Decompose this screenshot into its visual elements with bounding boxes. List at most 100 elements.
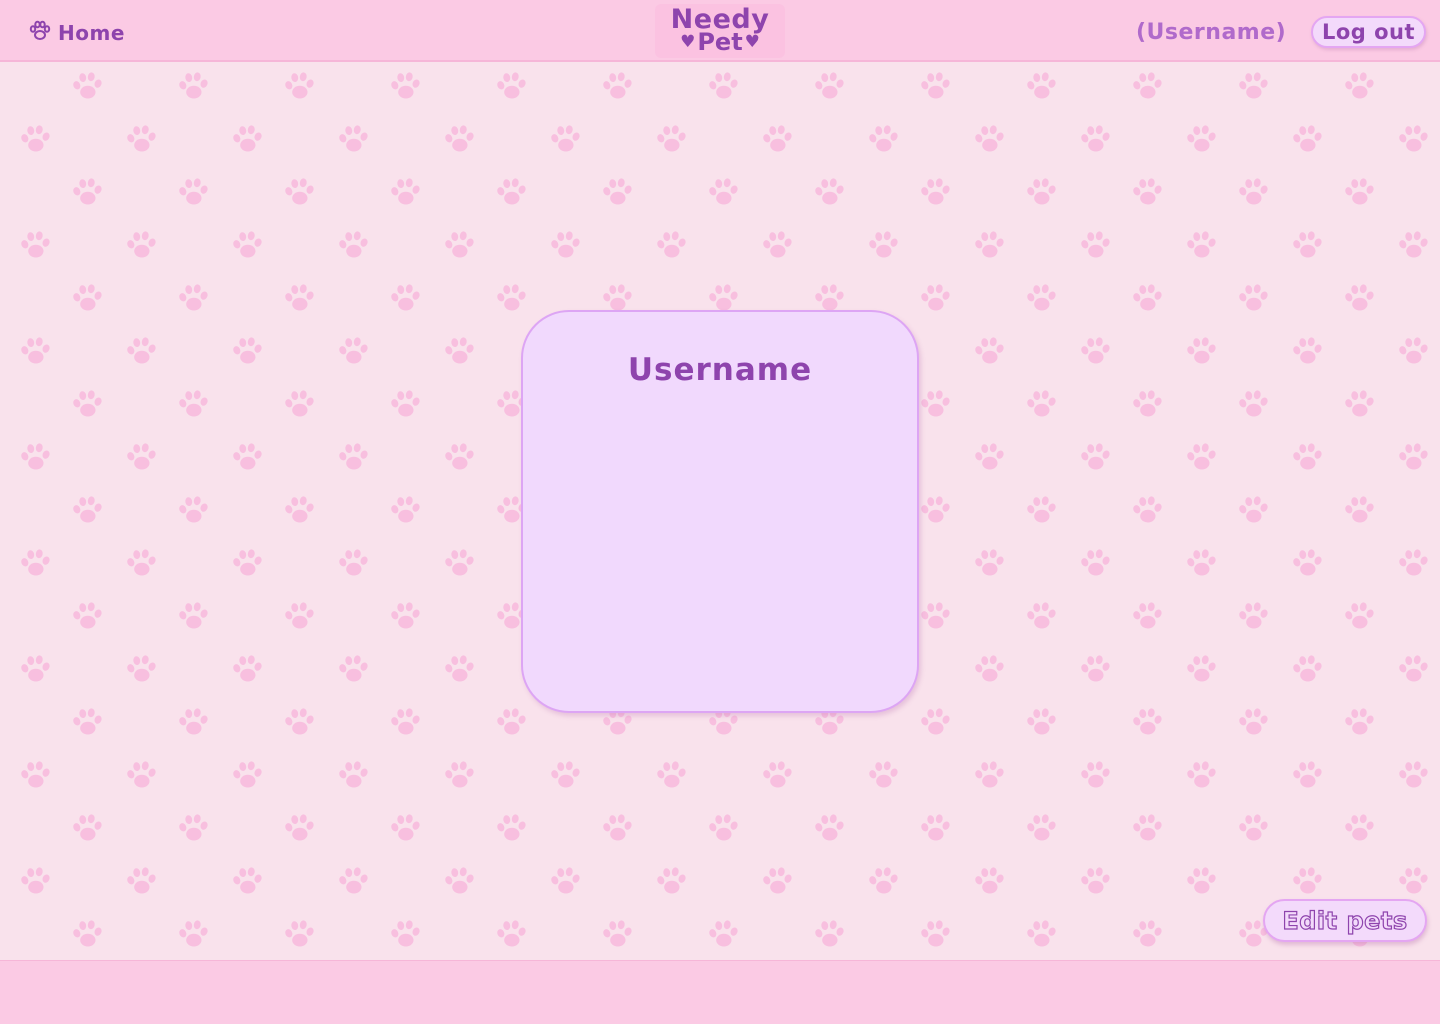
paw-print-icon [1130,388,1164,422]
paw-print-icon [706,176,740,210]
paw-print-icon [494,706,528,740]
paw-print-icon [654,229,688,263]
paw-print-icon [1236,494,1270,528]
edit-pets-button[interactable]: Edit pets [1263,899,1427,942]
logout-button[interactable]: Log out [1311,16,1426,48]
paw-print-icon [442,123,476,157]
paw-print-icon [230,229,264,263]
paw-print-icon [1184,123,1218,157]
paw-print-icon [70,918,104,952]
paw-print-icon [1024,706,1058,740]
paw-print-icon [1290,123,1324,157]
paw-icon [28,19,52,48]
paw-print-icon [918,918,952,952]
paw-print-icon [282,176,316,210]
paw-print-icon [282,812,316,846]
paw-print-icon [388,176,422,210]
paw-print-icon [18,123,52,157]
paw-print-icon [124,547,158,581]
paw-print-icon [336,335,370,369]
paw-print-icon [494,282,528,316]
paw-print-icon [706,812,740,846]
paw-print-icon [548,123,582,157]
paw-print-icon [1184,335,1218,369]
paw-print-icon [176,70,210,104]
paw-print-icon [124,335,158,369]
paw-print-icon [388,282,422,316]
paw-print-icon [282,282,316,316]
paw-print-icon [442,335,476,369]
paw-print-icon [336,759,370,793]
paw-print-icon [176,388,210,422]
logo-line-2-text: Pet [697,28,743,57]
paw-print-icon [18,653,52,687]
paw-print-icon [18,547,52,581]
needy-pet-logo[interactable]: Needy ♥ Pet ♥ [655,4,785,58]
paw-print-icon [388,706,422,740]
paw-print-icon [812,812,846,846]
paw-print-icon [760,759,794,793]
paw-print-icon [1396,865,1430,899]
paw-print-icon [1130,282,1164,316]
paw-print-icon [176,918,210,952]
paw-print-icon [1396,547,1430,581]
paw-print-icon [1024,282,1058,316]
paw-print-icon [1024,600,1058,634]
paw-print-icon [124,759,158,793]
paw-print-icon [70,176,104,210]
paw-print-icon [1078,759,1112,793]
paw-print-icon [1290,865,1324,899]
paw-print-icon [1130,176,1164,210]
paw-print-icon [1396,335,1430,369]
paw-print-icon [18,229,52,263]
paw-print-icon [336,123,370,157]
paw-print-icon [494,918,528,952]
paw-print-icon [1130,918,1164,952]
paw-print-icon [230,759,264,793]
paw-print-icon [1396,653,1430,687]
paw-print-icon [812,176,846,210]
paw-print-icon [1342,706,1376,740]
paw-print-icon [1078,865,1112,899]
paw-print-icon [282,70,316,104]
paw-print-icon [1342,282,1376,316]
paw-print-icon [442,229,476,263]
paw-print-icon [282,706,316,740]
paw-print-icon [1290,547,1324,581]
paw-print-icon [972,653,1006,687]
paw-print-icon [282,918,316,952]
paw-print-icon [1184,653,1218,687]
paw-print-icon [176,706,210,740]
paw-print-icon [1290,441,1324,475]
paw-print-icon [282,600,316,634]
heart-icon: ♥ [744,32,760,53]
paw-print-icon [706,918,740,952]
paw-print-icon [230,653,264,687]
paw-print-icon [442,547,476,581]
paw-print-icon [918,70,952,104]
paw-print-icon [1184,865,1218,899]
paw-print-icon [1184,759,1218,793]
paw-print-icon [1342,70,1376,104]
paw-print-icon [972,335,1006,369]
paw-print-icon [972,547,1006,581]
paw-print-icon [972,123,1006,157]
paw-print-icon [918,388,952,422]
home-link[interactable]: Home [28,20,125,46]
paw-print-icon [1078,229,1112,263]
paw-print-icon [388,812,422,846]
paw-print-icon [336,865,370,899]
paw-print-icon [230,865,264,899]
paw-print-icon [1184,441,1218,475]
paw-print-icon [1024,388,1058,422]
paw-print-icon [388,918,422,952]
paw-print-icon [336,441,370,475]
paw-print-icon [1236,706,1270,740]
paw-print-icon [1130,706,1164,740]
paw-print-icon [230,547,264,581]
paw-print-icon [1078,653,1112,687]
footer-bar [0,960,1440,1024]
paw-print-icon [388,494,422,528]
paw-print-icon [282,494,316,528]
paw-print-icon [1024,494,1058,528]
